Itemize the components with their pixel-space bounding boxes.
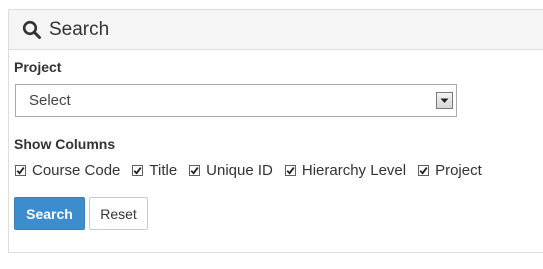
panel-heading: Search <box>9 10 543 50</box>
checkbox-label: Hierarchy Level <box>301 161 407 179</box>
checkbox-label: Course Code <box>32 161 121 179</box>
checkbox-checked-icon[interactable] <box>189 164 201 176</box>
checkbox-unique-id[interactable]: Unique ID <box>189 162 273 179</box>
chevron-down-icon[interactable] <box>436 92 453 109</box>
checkbox-label: Unique ID <box>206 161 273 179</box>
checkbox-hierarchy-level[interactable]: Hierarchy Level <box>284 161 407 179</box>
project-select[interactable]: Select <box>15 84 457 117</box>
show-columns-label: Show Columns <box>14 136 116 152</box>
project-select-value: Select <box>29 92 71 109</box>
panel-title: Search <box>49 18 110 40</box>
checkbox-checked-icon[interactable] <box>418 164 430 176</box>
checkbox-title[interactable]: Title <box>132 162 177 179</box>
checkbox-checked-icon[interactable] <box>132 164 144 176</box>
checkbox-course-code[interactable]: Course Code <box>15 162 120 179</box>
search-icon <box>22 20 42 40</box>
checkbox-label: Title <box>149 161 178 179</box>
project-label: Project <box>14 59 62 75</box>
checkbox-label: Project <box>435 161 482 179</box>
checkbox-checked-icon[interactable] <box>15 164 26 176</box>
checkbox-checked-icon[interactable] <box>284 164 296 176</box>
reset-button[interactable]: Reset <box>89 197 148 230</box>
search-button[interactable]: Search <box>14 197 85 230</box>
show-columns-group: Course Code Title Unique ID Hierarchy Le… <box>15 161 494 179</box>
checkbox-project[interactable]: Project <box>418 162 482 179</box>
